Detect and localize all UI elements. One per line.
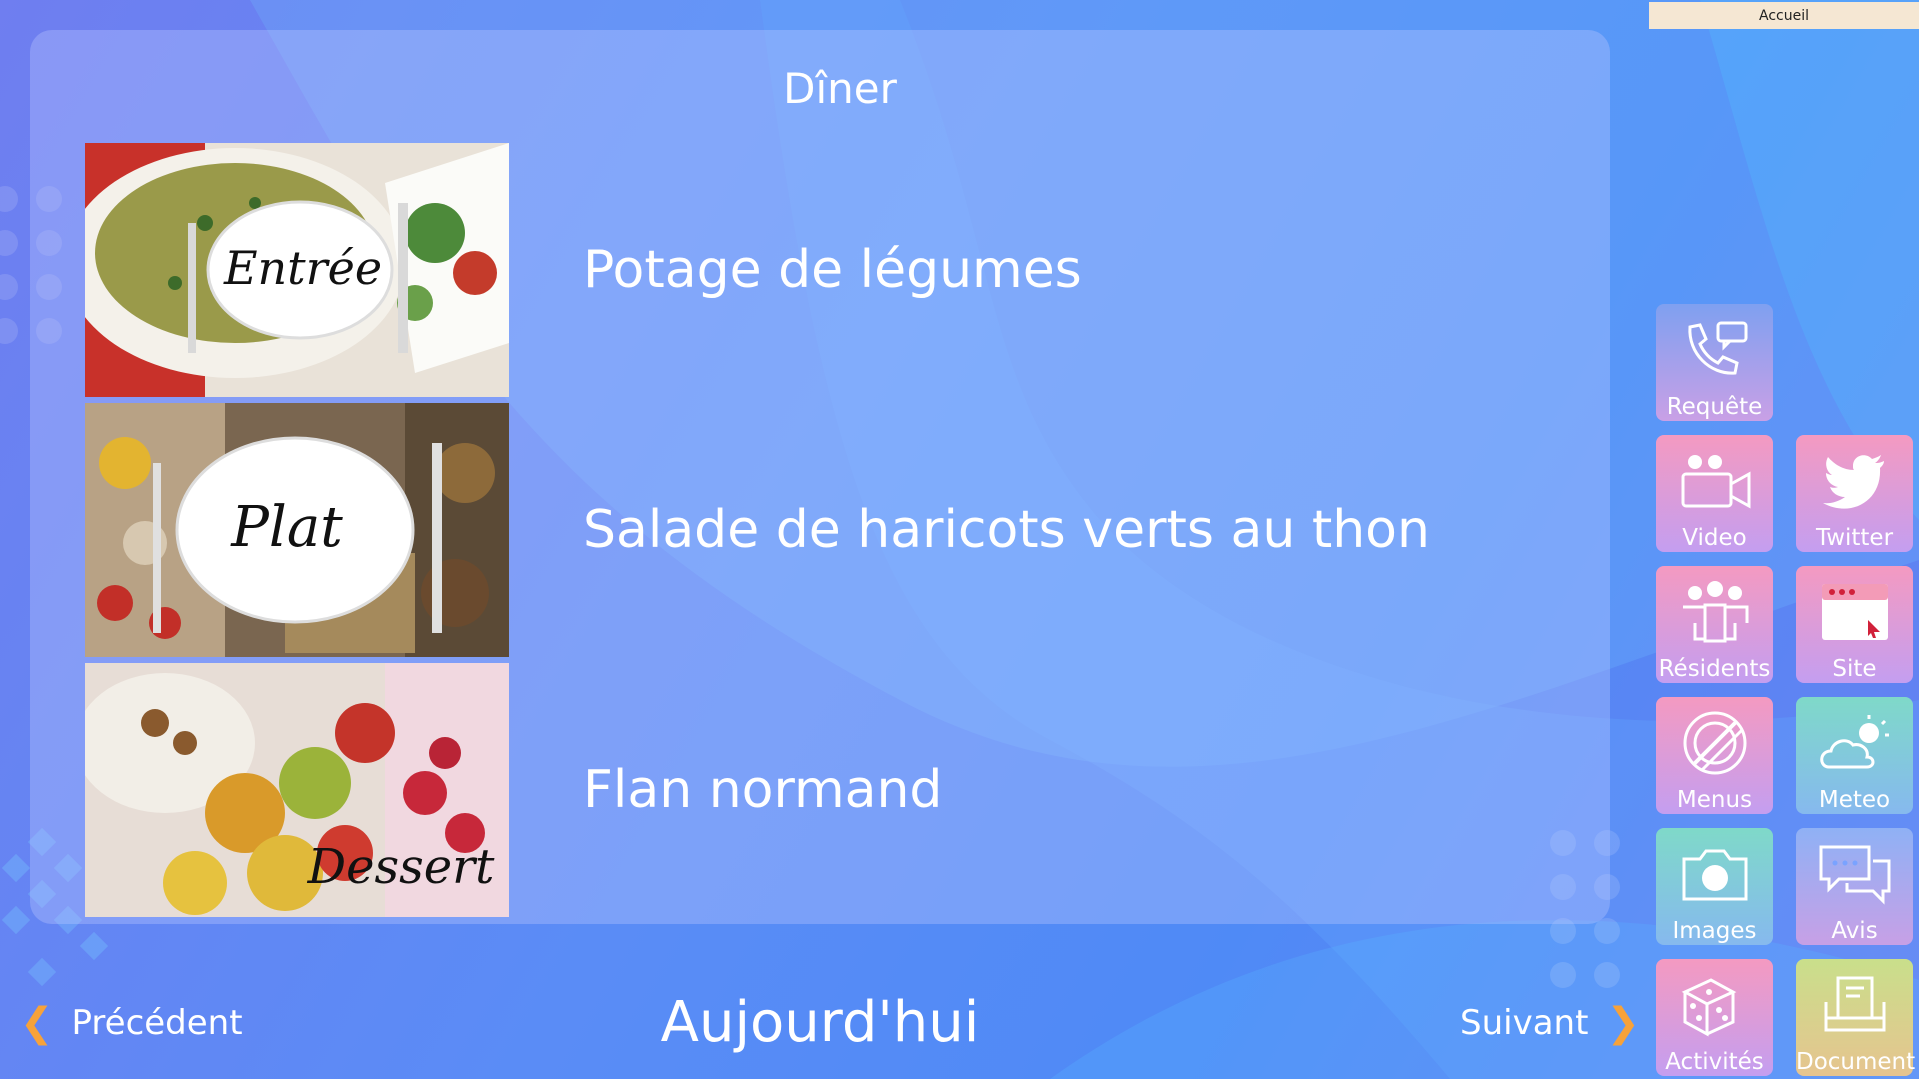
tile-label: Site [1832,656,1877,682]
twitter-bird-icon [1796,443,1913,519]
chevron-right-icon: ❯ [1606,1000,1640,1046]
main-course-illustration [85,403,509,657]
dice-icon [1656,967,1773,1043]
tile-avis[interactable]: Avis [1796,828,1913,945]
previous-label: Précédent [71,1003,243,1043]
tile-residents[interactable]: Résidents [1656,566,1773,683]
decorative-diamond [1,853,31,883]
tile-label: Twitter [1815,525,1894,551]
tile-label: Requête [1666,394,1763,420]
people-icon [1656,574,1773,650]
tile-video[interactable]: Video [1656,435,1773,552]
decorative-diamond [27,957,57,987]
tile-twitter[interactable]: Twitter [1796,435,1913,552]
tile-site[interactable]: Site [1796,566,1913,683]
camera-icon [1656,836,1773,912]
tile-label: Activités [1665,1049,1764,1075]
tile-document[interactable]: Document [1796,959,1916,1076]
starter-illustration [85,143,509,397]
next-label: Suivant [1460,1003,1589,1043]
chevron-left-icon: ❮ [20,1000,54,1046]
phone-message-icon [1656,312,1773,388]
tile-label: Images [1672,918,1757,944]
tile-images[interactable]: Images [1656,828,1773,945]
next-button[interactable]: Suivant ❯ [1460,1000,1640,1046]
weather-sun-cloud-icon [1796,705,1913,781]
browser-window-icon [1796,574,1913,650]
chat-bubbles-icon [1796,836,1913,912]
dessert-dish: Flan normand [583,760,943,820]
tile-label: Meteo [1818,787,1891,813]
home-button[interactable]: Accueil [1649,2,1919,29]
dessert-image [85,663,509,917]
main-dish: Salade de haricots verts au thon [583,500,1430,560]
dessert-illustration [85,663,509,917]
today-button[interactable]: Aujourd'hui [640,990,1000,1055]
tile-label: Résidents [1658,656,1771,682]
tile-label: Avis [1831,918,1878,944]
decorative-diamond [79,931,109,961]
video-camera-icon [1656,443,1773,519]
tile-menus[interactable]: Menus [1656,697,1773,814]
previous-button[interactable]: ❮ Précédent [20,1000,243,1046]
plate-utensils-icon [1656,705,1773,781]
starter-dish: Potage de légumes [583,240,1082,300]
main-course-image [85,403,509,657]
tile-activites[interactable]: Activités [1656,959,1773,1076]
tile-meteo[interactable]: Meteo [1796,697,1913,814]
menu-panel: Dîner Potage de légumes Salade de harico… [30,30,1610,924]
tile-label: Document [1796,1049,1916,1075]
decorative-diamond [1,905,31,935]
document-tray-icon [1796,967,1913,1043]
meal-title: Dîner [783,64,897,113]
tile-label: Menus [1676,787,1753,813]
tile-requete[interactable]: Requête [1656,304,1773,421]
starter-image [85,143,509,397]
tile-label: Video [1682,525,1747,551]
